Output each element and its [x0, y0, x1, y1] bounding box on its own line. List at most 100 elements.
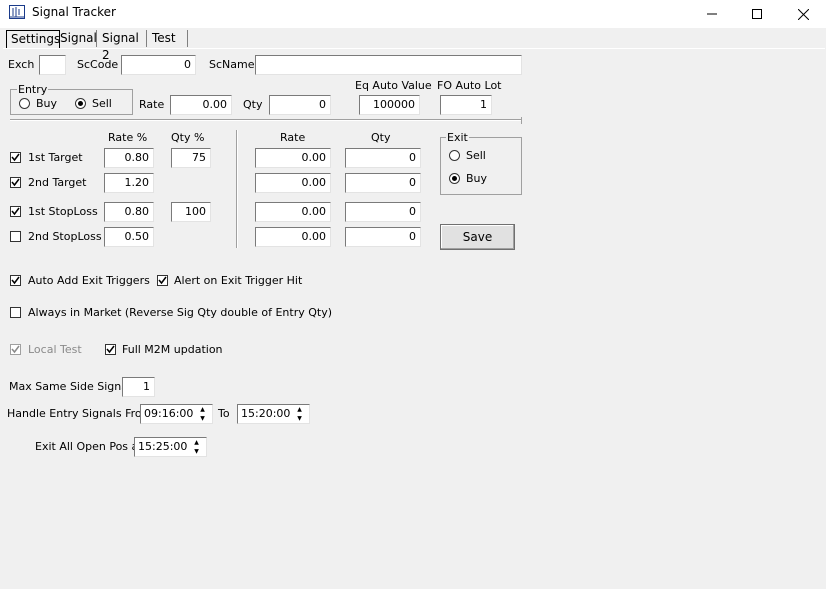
auto-add-label: Auto Add Exit Triggers [28, 274, 150, 287]
entry-buy-radio[interactable] [19, 98, 30, 109]
exch-label: Exch [8, 58, 35, 71]
local-test-checkbox[interactable] [10, 344, 21, 355]
entry-rate-label: Rate [139, 98, 165, 111]
entry-rate-field[interactable]: 0.00 [170, 95, 232, 115]
handle-to-spinner[interactable]: ▲ ▼ [291, 405, 308, 423]
always-market-label: Always in Market (Reverse Sig Qty double… [28, 306, 333, 319]
maximize-icon [752, 9, 762, 19]
max-same-label: Max Same Side Signals [9, 380, 137, 393]
spin-up-icon[interactable]: ▲ [188, 438, 205, 447]
spin-down-icon[interactable]: ▼ [194, 414, 211, 423]
tab-signal[interactable]: Signal [56, 30, 97, 47]
minimize-button[interactable] [689, 0, 735, 28]
exit-group-label: Exit [446, 131, 469, 145]
tab-signal-2[interactable]: Signal 2 [98, 30, 147, 62]
stoploss1-rate[interactable]: 0.00 [255, 202, 331, 222]
entry-qty-field[interactable]: 0 [269, 95, 331, 115]
target2-rate-pct[interactable]: 1.20 [104, 173, 154, 193]
vertical-separator [236, 130, 238, 248]
close-icon [797, 8, 809, 20]
exit-all-label: Exit All Open Pos at [35, 440, 143, 453]
exit-buy-radio[interactable] [449, 173, 460, 184]
window-title: Signal Tracker [32, 5, 116, 19]
stoploss1-label: 1st StopLoss [28, 205, 98, 218]
scname-label: ScName [209, 58, 255, 71]
entry-buy-label: Buy [36, 97, 58, 110]
sccode-label: ScCode [77, 58, 119, 71]
max-same-field[interactable]: 1 [122, 377, 155, 397]
handle-from-spinner[interactable]: ▲ ▼ [194, 405, 211, 423]
tab-settings[interactable]: Settings [6, 30, 60, 49]
exit-sell-radio[interactable] [449, 150, 460, 161]
checkmark-icon [106, 345, 115, 354]
handle-to-value: 15:20:00 [241, 407, 291, 420]
checkmark-icon [11, 345, 20, 354]
target2-checkbox[interactable] [10, 177, 21, 188]
always-market-checkbox[interactable] [10, 307, 21, 318]
exch-field[interactable] [39, 55, 66, 75]
qty-header: Qty [371, 131, 391, 144]
entry-sell-label: Sell [92, 97, 112, 110]
separator [10, 119, 522, 121]
entry-group-label: Entry [17, 83, 49, 97]
stoploss1-checkbox[interactable] [10, 206, 21, 217]
exit-all-value: 15:25:00 [138, 440, 188, 453]
stoploss2-qty[interactable]: 0 [345, 227, 421, 247]
rate-header: Rate [280, 131, 306, 144]
qty-pct-header: Qty % [171, 131, 205, 144]
stoploss2-checkbox[interactable] [10, 231, 21, 242]
checkmark-icon [11, 207, 20, 216]
fo-auto-label: FO Auto Lot [437, 79, 502, 92]
separator-end [521, 117, 522, 124]
local-test-label: Local Test [28, 343, 82, 356]
spin-down-icon[interactable]: ▼ [188, 447, 205, 456]
full-m2m-checkbox[interactable] [105, 344, 116, 355]
tab-test[interactable]: Test [148, 30, 188, 47]
close-button[interactable] [780, 0, 826, 28]
checkmark-icon [11, 276, 20, 285]
target1-label: 1st Target [28, 151, 83, 164]
exit-sell-label: Sell [466, 149, 486, 162]
spin-up-icon[interactable]: ▲ [291, 405, 308, 414]
rate-pct-header: Rate % [108, 131, 148, 144]
target2-rate[interactable]: 0.00 [255, 173, 331, 193]
handle-from-value: 09:16:00 [144, 407, 194, 420]
app-icon [9, 5, 25, 19]
target1-qty[interactable]: 0 [345, 148, 421, 168]
stoploss2-rate[interactable]: 0.00 [255, 227, 331, 247]
stoploss1-qty[interactable]: 0 [345, 202, 421, 222]
target1-checkbox[interactable] [10, 152, 21, 163]
checkmark-icon [11, 153, 20, 162]
save-button[interactable]: Save [440, 224, 515, 250]
target1-rate[interactable]: 0.00 [255, 148, 331, 168]
stoploss2-rate-pct[interactable]: 0.50 [104, 227, 154, 247]
checkmark-icon [11, 178, 20, 187]
scname-field[interactable] [255, 55, 522, 75]
exit-all-spinner[interactable]: ▲ ▼ [188, 438, 205, 456]
alert-exit-checkbox[interactable] [157, 275, 168, 286]
auto-add-checkbox[interactable] [10, 275, 21, 286]
target1-qty-pct[interactable]: 75 [171, 148, 211, 168]
sccode-field[interactable]: 0 [121, 55, 196, 75]
handle-to-label: To [218, 407, 230, 420]
stoploss1-rate-pct[interactable]: 0.80 [104, 202, 154, 222]
checkmark-icon [158, 276, 167, 285]
radio-dot [78, 101, 83, 106]
exit-buy-label: Buy [466, 172, 488, 185]
target1-rate-pct[interactable]: 0.80 [104, 148, 154, 168]
fo-auto-field[interactable]: 1 [440, 95, 492, 115]
entry-sell-radio[interactable] [75, 98, 86, 109]
stoploss2-label: 2nd StopLoss [28, 230, 102, 243]
spin-down-icon[interactable]: ▼ [291, 414, 308, 423]
radio-dot [452, 176, 457, 181]
eq-auto-field[interactable]: 100000 [359, 95, 420, 115]
exit-group [440, 137, 522, 195]
full-m2m-label: Full M2M updation [122, 343, 223, 356]
entry-qty-label: Qty [243, 98, 263, 111]
target2-label: 2nd Target [28, 176, 87, 189]
maximize-button[interactable] [734, 0, 780, 28]
spin-up-icon[interactable]: ▲ [194, 405, 211, 414]
stoploss1-qty-pct[interactable]: 100 [171, 202, 211, 222]
minimize-icon [707, 13, 717, 15]
target2-qty[interactable]: 0 [345, 173, 421, 193]
